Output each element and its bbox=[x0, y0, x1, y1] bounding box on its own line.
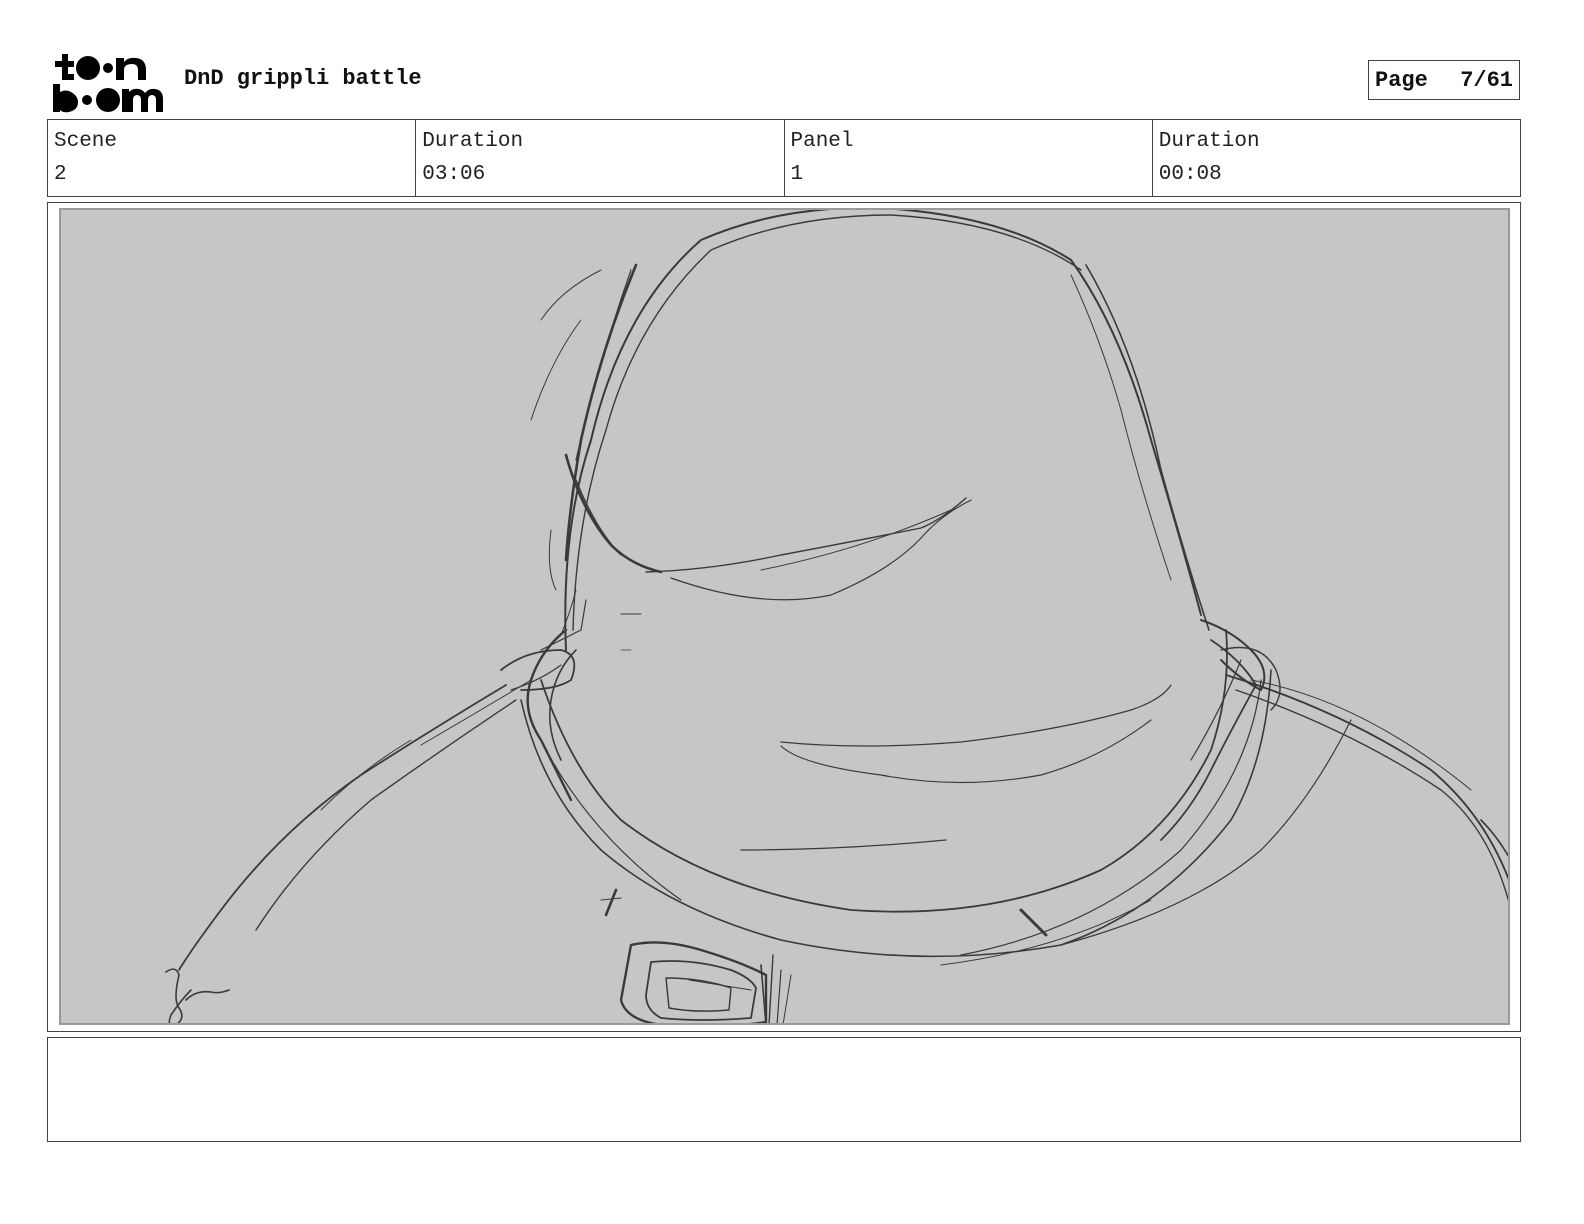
project-title: DnD grippli battle bbox=[184, 66, 422, 91]
scene-value: 2 bbox=[54, 163, 67, 186]
panel-notes-box bbox=[47, 1037, 1521, 1142]
scene-duration-cell: Duration 03:06 bbox=[415, 120, 783, 196]
toon-boom-logo bbox=[52, 52, 164, 114]
panel-value: 1 bbox=[790, 163, 804, 186]
page-number: 7/61 bbox=[1460, 67, 1513, 93]
scene-label: Scene bbox=[54, 130, 118, 153]
page-indicator: Page 7/61 bbox=[1368, 60, 1520, 100]
panel-duration-value: 00:08 bbox=[1158, 163, 1222, 186]
scene-duration-label: Duration bbox=[422, 130, 524, 153]
panel-info-table: Scene 2 Duration 03:06 Panel 1 Duration … bbox=[47, 119, 1521, 197]
panel-duration-cell: Duration 00:08 bbox=[1151, 120, 1520, 196]
scene-duration-value: 03:06 bbox=[422, 163, 486, 186]
panel-label: Panel bbox=[790, 130, 854, 153]
panel-duration-label: Duration bbox=[1158, 130, 1260, 153]
panel-cell: Panel 1 bbox=[783, 120, 1152, 196]
storyboard-panel-frame bbox=[47, 202, 1521, 1032]
scene-cell: Scene 2 bbox=[48, 120, 415, 196]
page-label: Page bbox=[1375, 67, 1428, 93]
storyboard-panel-image bbox=[59, 208, 1510, 1025]
sketch-drawing bbox=[165, 210, 1508, 1023]
